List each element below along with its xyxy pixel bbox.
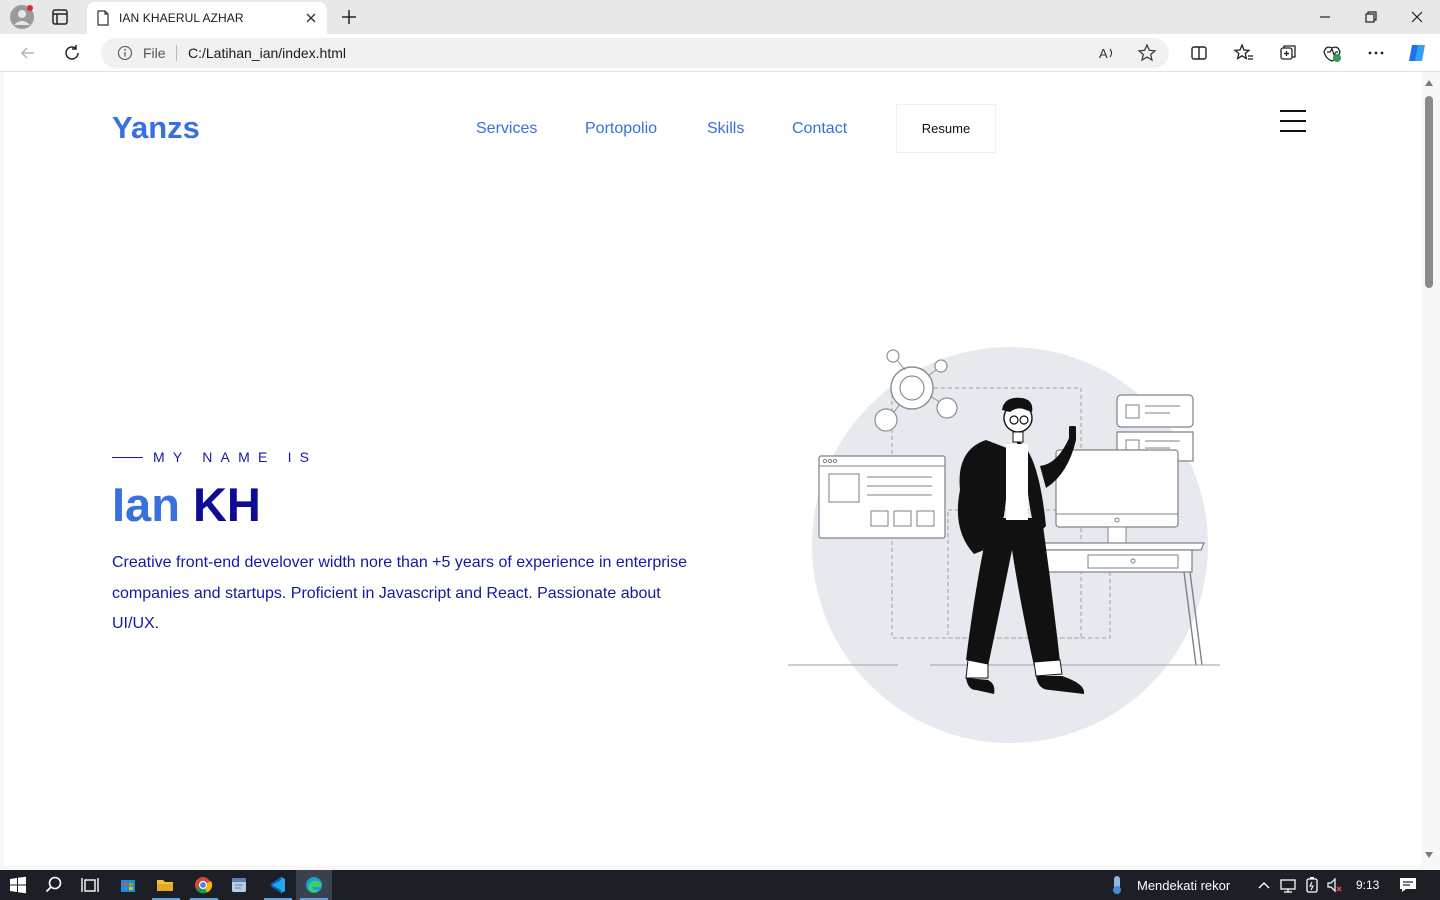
minimize-icon[interactable]: [1314, 6, 1336, 28]
document-icon: [97, 10, 109, 26]
tab-actions-icon[interactable]: [50, 7, 70, 27]
favorite-star-icon[interactable]: [1137, 43, 1157, 63]
nav-link-portopolio[interactable]: Portopolio: [585, 120, 657, 138]
vscode-icon[interactable]: [267, 875, 287, 895]
refresh-icon[interactable]: [61, 42, 83, 64]
edge-icon[interactable]: [304, 875, 324, 895]
browser-tab-active[interactable]: IAN KHAERUL AZHAR: [87, 2, 327, 34]
store-icon[interactable]: [118, 875, 138, 895]
hero-developer-illustration: [788, 347, 1220, 743]
hero-name-last: KH: [192, 478, 261, 531]
collections-icon[interactable]: [1277, 42, 1299, 64]
windows-taskbar: Mendekati rekor 9:13: [0, 870, 1440, 900]
network-icon[interactable]: [1278, 875, 1298, 895]
more-options-icon[interactable]: [1365, 42, 1387, 64]
chrome-icon[interactable]: [193, 875, 213, 895]
svg-text:A: A: [1099, 46, 1108, 61]
split-screen-icon[interactable]: [1188, 42, 1210, 64]
tab-title: IAN KHAERUL AZHAR: [119, 11, 244, 25]
scrollbar-thumb[interactable]: [1425, 96, 1433, 288]
nav-link-skills[interactable]: Skills: [707, 120, 744, 138]
scroll-down-arrow-icon[interactable]: [1425, 852, 1433, 858]
taskbar-clock[interactable]: 9:13: [1356, 878, 1379, 892]
page-scrollbar[interactable]: [1422, 72, 1436, 866]
new-tab-icon[interactable]: [338, 6, 360, 28]
page-viewport: Yanzs Services Portopolio Skills Contact…: [4, 72, 1422, 866]
address-scheme-label: File: [143, 45, 166, 61]
task-view-icon[interactable]: [80, 875, 100, 895]
info-icon[interactable]: [117, 45, 133, 61]
address-divider: [176, 45, 177, 61]
scroll-up-arrow-icon[interactable]: [1425, 80, 1433, 86]
app-window-icon[interactable]: [229, 875, 249, 895]
close-tab-icon[interactable]: [303, 10, 319, 26]
thermometer-weather-icon[interactable]: [1107, 875, 1127, 895]
nav-link-services[interactable]: Services: [476, 120, 537, 138]
close-window-icon[interactable]: [1406, 6, 1428, 28]
windows-start-icon[interactable]: [8, 875, 28, 895]
copilot-icon[interactable]: [1406, 42, 1428, 64]
weather-text[interactable]: Mendekati rekor: [1137, 878, 1230, 893]
volume-muted-icon[interactable]: [1325, 875, 1345, 895]
back-icon[interactable]: [17, 42, 39, 64]
battery-icon[interactable]: [1302, 875, 1322, 895]
notifications-icon[interactable]: [1398, 875, 1418, 895]
read-aloud-icon[interactable]: A: [1097, 43, 1117, 63]
address-url[interactable]: C:/Latihan_ian/index.html: [188, 45, 346, 61]
resume-button[interactable]: Resume: [896, 104, 996, 153]
show-hidden-icons-icon[interactable]: [1254, 875, 1274, 895]
browser-toolbar: File C:/Latihan_ian/index.html A: [0, 34, 1440, 72]
hero-bio: Creative front-end develover width nore …: [112, 554, 687, 632]
site-logo[interactable]: Yanzs: [112, 110, 200, 146]
nav-link-contact[interactable]: Contact: [792, 120, 847, 138]
hero-name-heading: Ian KH: [112, 477, 261, 532]
search-icon[interactable]: [44, 875, 64, 895]
browser-tabstrip: IAN KHAERUL AZHAR: [0, 0, 1440, 34]
file-explorer-icon[interactable]: [155, 875, 175, 895]
menu-hamburger-icon[interactable]: [1280, 110, 1306, 132]
profile-icon[interactable]: [10, 5, 34, 29]
favorites-icon[interactable]: [1233, 42, 1255, 64]
restore-icon[interactable]: [1360, 6, 1382, 28]
eyebrow-text: MY NAME IS: [153, 449, 318, 465]
hero-name-first: Ian: [112, 478, 180, 531]
address-bar[interactable]: File C:/Latihan_ian/index.html A: [101, 38, 1169, 68]
eyebrow-line: [112, 457, 143, 458]
browser-essentials-icon[interactable]: [1321, 42, 1343, 64]
